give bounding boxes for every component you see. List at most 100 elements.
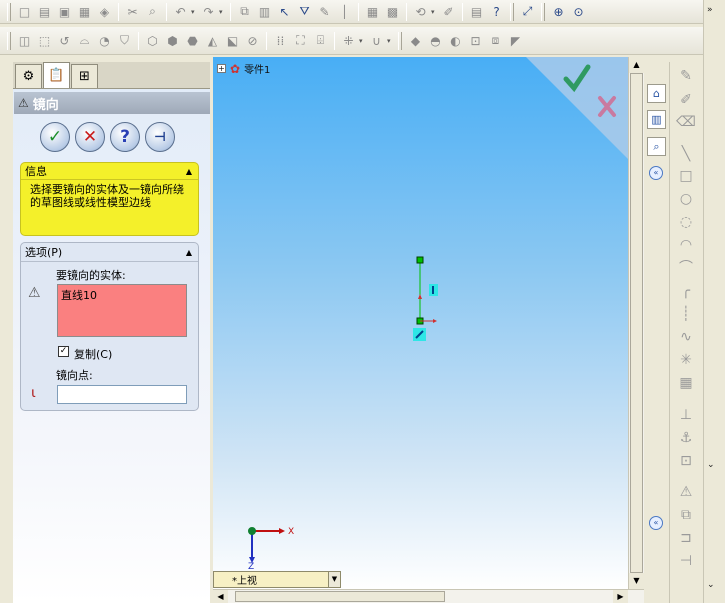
revolve-icon[interactable]: ◓	[426, 31, 445, 50]
arc-tool-icon[interactable]: ◌	[676, 212, 696, 232]
rebuild-dropdown-icon[interactable]: ▾	[431, 8, 438, 16]
move-icon[interactable]: ⁜	[339, 31, 358, 50]
entity-item[interactable]: 直线10	[61, 289, 97, 302]
grid-icon[interactable]: ▩	[383, 2, 402, 21]
sweep-icon[interactable]: ◐	[446, 31, 465, 50]
circle-tool-icon[interactable]: ○	[676, 189, 696, 209]
zoom-area-icon[interactable]: ⊕	[549, 2, 568, 21]
undo-dropdown-icon[interactable]: ▾	[191, 8, 198, 16]
mirror-tool-icon[interactable]: ⚠	[676, 482, 696, 502]
entities-to-mirror-list[interactable]: 直线10	[57, 284, 187, 337]
scroll-left-icon[interactable]: ◀	[213, 590, 228, 603]
toolbar-grip[interactable]	[510, 2, 514, 21]
rectangle-tool-icon[interactable]: □	[676, 166, 696, 186]
chevron-down-icon[interactable]: ⌄	[707, 460, 715, 470]
sketch-tool-icon[interactable]: ✎	[676, 66, 696, 86]
extrude-icon[interactable]: ◆	[406, 31, 425, 50]
spline-tool-icon[interactable]: ∿	[676, 327, 696, 347]
point-tool-icon[interactable]: ✳	[676, 350, 696, 370]
save-icon[interactable]: ▣	[55, 2, 74, 21]
text-icon[interactable]: ⬕	[223, 31, 242, 50]
convert-entities-icon[interactable]: ⧉	[676, 505, 696, 525]
file-explorer-icon[interactable]: ⌕	[647, 137, 666, 156]
centerline-icon[interactable]: ◭	[203, 31, 222, 50]
table-icon[interactable]: ▦	[363, 2, 382, 21]
arc-icon[interactable]: ⛉	[115, 31, 134, 50]
horizontal-scrollbar[interactable]: ◀ ▶	[213, 589, 644, 603]
sketch-endpoint[interactable]	[416, 256, 424, 264]
extend-tool-icon[interactable]: ⊣	[676, 551, 696, 571]
zoom-in-out-icon[interactable]: ⊙	[569, 2, 588, 21]
collapse-pane-icon[interactable]: «	[649, 516, 663, 530]
smart-dimension-tool-icon[interactable]: ✐	[676, 90, 696, 110]
sketch-icon[interactable]: ◫	[15, 31, 34, 50]
offset-tool-icon[interactable]: ⊡	[676, 451, 696, 471]
mirror-point-field[interactable]	[57, 385, 187, 404]
preview-icon[interactable]: ⌕	[143, 2, 162, 21]
collapse-pane-icon[interactable]: «	[649, 166, 663, 180]
feature-manager-tab[interactable]: ⚙	[15, 64, 42, 88]
toolbar-grip[interactable]	[7, 31, 11, 50]
rotate-icon[interactable]: ∪	[367, 31, 386, 50]
part-name[interactable]: 零件1	[244, 61, 270, 76]
shell-icon[interactable]: ⧈	[486, 31, 505, 50]
centerline-tool-icon[interactable]: ┊	[676, 304, 696, 324]
display-relation-tool-icon[interactable]: ⚓	[676, 428, 696, 448]
line-tool-icon[interactable]: ╲	[676, 144, 696, 164]
trim-icon[interactable]: ⊘	[243, 31, 262, 50]
graphics-area[interactable]: + ✿ 零件1 X Z	[213, 57, 628, 589]
sketch-edit-icon[interactable]: ✎	[315, 2, 334, 21]
grid-tool-icon[interactable]: ▦	[676, 373, 696, 393]
vertical-scrollbar[interactable]: ▲ ▼	[628, 57, 644, 589]
configuration-manager-tab[interactable]: ⊞	[71, 64, 98, 88]
properties-icon[interactable]: ▤	[467, 2, 486, 21]
open-icon[interactable]: ▤	[35, 2, 54, 21]
scroll-down-icon[interactable]: ▼	[629, 573, 644, 589]
smart-dimension-icon[interactable]: ⬚	[35, 31, 54, 50]
paste-icon[interactable]: ▥	[255, 2, 274, 21]
scroll-up-icon[interactable]: ▲	[629, 57, 644, 73]
toolbar-grip[interactable]	[541, 2, 545, 21]
offset-icon[interactable]: ⛶	[291, 31, 310, 50]
copy-icon[interactable]: ⧉	[235, 2, 254, 21]
loft-icon[interactable]: ⊡	[466, 31, 485, 50]
toolbar-grip[interactable]	[7, 2, 11, 21]
line-icon[interactable]: ↺	[55, 31, 74, 50]
info-group-header[interactable]: 信息 ▲	[21, 163, 198, 180]
fillet-icon[interactable]: ◤	[506, 31, 525, 50]
collapse-icon[interactable]: ▲	[186, 167, 192, 176]
home-icon[interactable]: ⌂	[647, 84, 666, 103]
point-icon[interactable]: ⬣	[183, 31, 202, 50]
undo-icon[interactable]: ↶	[171, 2, 190, 21]
relation-tool-icon[interactable]: ⊥	[676, 405, 696, 425]
rebuild-icon[interactable]: ⟲	[411, 2, 430, 21]
pin-button[interactable]: ⊣	[145, 122, 175, 152]
expand-icon[interactable]: +	[217, 64, 226, 73]
cancel-button[interactable]: ✕	[75, 122, 105, 152]
mirror-icon[interactable]: ⌹	[311, 31, 330, 50]
view-selector[interactable]: *上视 ▼	[213, 571, 341, 588]
spline-icon[interactable]: ⬢	[163, 31, 182, 50]
move-dropdown-icon[interactable]: ▾	[359, 37, 366, 45]
circle-icon[interactable]: ◔	[95, 31, 114, 50]
chevron-down-icon[interactable]: »	[707, 5, 713, 15]
new-icon[interactable]: □	[15, 2, 34, 21]
three-point-arc-tool-icon[interactable]: ⌒	[676, 258, 696, 278]
options-group-header[interactable]: 选项(P) ▲	[21, 243, 198, 262]
edit-icon[interactable]: ✐	[439, 2, 458, 21]
eraser-tool-icon[interactable]: ⌫	[676, 112, 696, 132]
property-manager-tab[interactable]: 📋	[43, 62, 70, 88]
select-filter-icon[interactable]: ⛛	[295, 2, 314, 21]
scroll-thumb[interactable]	[630, 73, 643, 573]
help-button[interactable]: ?	[110, 122, 140, 152]
redo-icon[interactable]: ↷	[199, 2, 218, 21]
redo-dropdown-icon[interactable]: ▾	[219, 8, 226, 16]
rotate-dropdown-icon[interactable]: ▾	[387, 37, 394, 45]
select-icon[interactable]: ↖	[275, 2, 294, 21]
ok-button[interactable]: ✓	[40, 122, 70, 152]
chevron-down-icon[interactable]: ▼	[328, 572, 340, 587]
copy-checkbox[interactable]: ✓	[58, 346, 69, 357]
cut-icon[interactable]: ✂	[123, 2, 142, 21]
design-library-icon[interactable]: ▥	[647, 110, 666, 129]
pin-icon[interactable]: │	[335, 2, 354, 21]
